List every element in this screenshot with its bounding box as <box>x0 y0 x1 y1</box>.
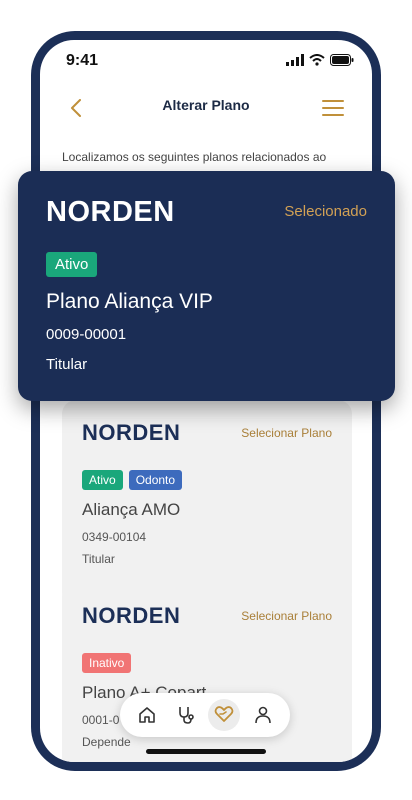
selected-plan-card[interactable]: NORDEN Selecionado Ativo Plano Aliança V… <box>18 171 395 401</box>
menu-button[interactable] <box>322 94 350 122</box>
status-badge: Ativo <box>82 470 123 490</box>
intro-text: Localizamos os seguintes planos relacion… <box>62 150 327 164</box>
plan-name: Aliança AMO <box>82 500 181 519</box>
select-plan-link[interactable]: Selecionar Plano <box>241 426 332 440</box>
status-time: 9:41 <box>66 52 99 69</box>
home-indicator <box>146 749 266 754</box>
badge-group: Ativo Odonto <box>82 470 183 490</box>
hamburger-icon-line <box>322 100 344 102</box>
profile-icon <box>254 706 271 724</box>
badge-group: Inativo <box>82 653 132 673</box>
select-plan-link[interactable]: Selecionar Plano <box>241 609 332 623</box>
nav-profile[interactable] <box>247 699 279 731</box>
nav-health[interactable] <box>170 699 202 731</box>
plan-number: 0349-00104 <box>82 530 147 544</box>
signal-icon <box>286 54 304 66</box>
hamburger-icon-line <box>322 114 344 116</box>
nav-home[interactable] <box>131 699 163 731</box>
bottom-nav <box>120 693 290 737</box>
status-bar: 9:41 <box>40 40 372 86</box>
type-badge: Odonto <box>128 470 183 490</box>
app-screen: 9:41 Alterar Plano Localizamos os seguin… <box>40 40 372 762</box>
plan-role: Titular <box>46 356 88 373</box>
plan-name: Plano Aliança VIP <box>46 290 213 313</box>
plan-role: Depende <box>82 735 131 749</box>
selected-label: Selecionado <box>284 203 367 220</box>
stethoscope-icon <box>178 707 194 724</box>
battery-icon <box>330 54 354 66</box>
hamburger-icon-line <box>322 107 344 109</box>
status-icons <box>286 54 354 66</box>
brand-logo: NORDEN <box>82 420 181 445</box>
heart-hand-icon <box>214 706 234 722</box>
status-badge: Inativo <box>82 653 132 673</box>
nav-plans[interactable] <box>208 699 241 731</box>
home-icon <box>139 707 156 723</box>
wifi-icon <box>309 54 325 66</box>
plan-card[interactable]: NORDEN Selecionar Plano Ativo Odonto Ali… <box>62 400 352 607</box>
app-header: Alterar Plano <box>40 86 372 130</box>
plan-number: 0001-0 <box>82 713 120 727</box>
plan-number: 0009-00001 <box>46 326 127 343</box>
brand-logo: NORDEN <box>82 603 181 628</box>
plan-role: Titular <box>82 552 115 566</box>
brand-logo: NORDEN <box>46 196 175 228</box>
status-badge: Ativo <box>46 252 98 277</box>
